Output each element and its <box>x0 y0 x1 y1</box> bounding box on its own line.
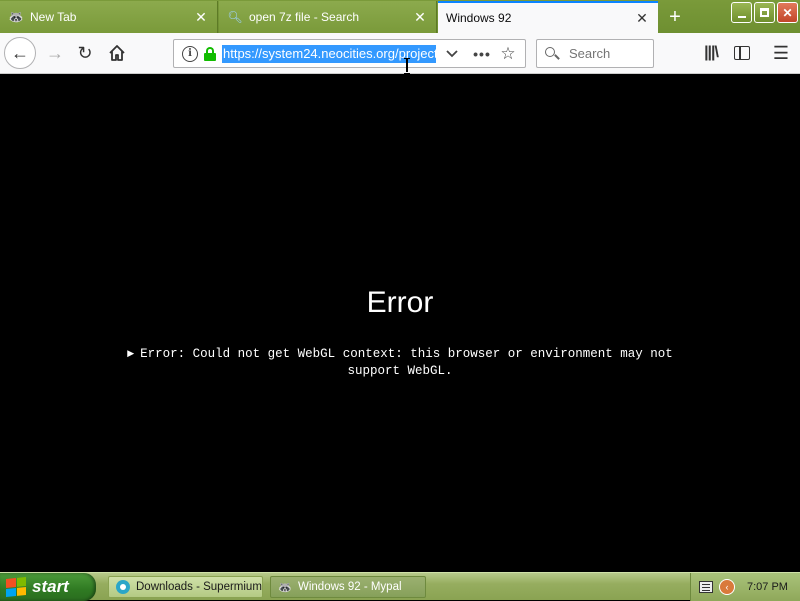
hamburger-icon: ☰ <box>772 42 790 63</box>
keyboard-icon[interactable] <box>699 581 713 593</box>
system-tray: ‹ 7:07 PM <box>690 573 800 601</box>
search-bar[interactable] <box>536 39 654 68</box>
home-button[interactable] <box>102 38 132 68</box>
bookmark-star-icon[interactable]: ☆ <box>498 44 518 64</box>
maximize-button[interactable] <box>754 2 775 23</box>
supermium-icon <box>115 579 131 595</box>
forward-button[interactable]: → <box>40 38 70 68</box>
sidebar-icon <box>734 46 750 60</box>
search-icon <box>545 46 560 61</box>
restore-icon <box>760 8 769 17</box>
error-message-line: support WebGL. <box>347 364 453 378</box>
windows-logo-icon <box>6 576 26 598</box>
taskbar-item-label: Downloads - Supermium <box>136 581 262 593</box>
chevron-down-icon[interactable] <box>442 49 462 58</box>
info-icon[interactable]: i <box>182 45 198 62</box>
arrow-right-icon: → <box>46 42 64 63</box>
reload-icon: ↻ <box>77 42 93 63</box>
library-button[interactable]: |||\ <box>696 38 726 68</box>
search-icon: 🔍︎ <box>227 10 243 24</box>
close-window-button[interactable]: ✕ <box>777 2 798 23</box>
tab-search[interactable]: 🔍︎ open 7z file - Search ✕ <box>219 1 437 33</box>
sidebar-button[interactable] <box>727 38 757 68</box>
disclosure-triangle-icon[interactable]: ▶ <box>127 349 134 359</box>
taskbar-item-downloads[interactable]: Downloads - Supermium <box>108 576 263 598</box>
page-actions-icon[interactable]: ••• <box>470 46 494 62</box>
tab-label: Windows 92 <box>446 11 512 25</box>
close-icon[interactable]: ✕ <box>412 9 428 25</box>
close-icon[interactable]: ✕ <box>193 9 209 25</box>
taskbar-item-label: Windows 92 - Mypal <box>298 581 402 593</box>
new-tab-button[interactable]: + <box>660 3 690 31</box>
url-bar[interactable]: i https://system24.neocities.org/project… <box>173 39 526 68</box>
start-button[interactable]: start <box>0 573 96 601</box>
navigation-toolbar: ← → ↻ i https://system24.neocities.org/p… <box>0 33 800 74</box>
raccoon-icon: 🦝 <box>8 10 24 24</box>
error-title: Error <box>366 286 434 319</box>
home-icon <box>109 45 125 61</box>
menu-button[interactable]: ☰ <box>766 38 796 68</box>
error-message[interactable]: ▶ Error: Could not get WebGL context: thi… <box>100 346 700 379</box>
raccoon-icon: 🦝 <box>278 581 292 594</box>
search-input[interactable] <box>569 46 649 61</box>
error-message-line: Error: Could not get WebGL context: this… <box>140 347 673 361</box>
text-cursor <box>404 58 410 74</box>
arrow-left-icon: ← <box>11 42 29 63</box>
minimize-button[interactable] <box>731 2 752 23</box>
reload-button[interactable]: ↻ <box>70 38 100 68</box>
tab-new-tab[interactable]: 🦝 New Tab ✕ <box>0 1 218 33</box>
close-icon[interactable]: ✕ <box>634 10 650 26</box>
library-icon: |||\ <box>704 44 719 61</box>
page-content: Error ▶ Error: Could not get WebGL contex… <box>0 74 800 572</box>
tab-label: New Tab <box>30 10 77 24</box>
chevron-left-icon[interactable]: ‹ <box>719 579 735 595</box>
start-label: start <box>32 577 69 596</box>
tab-label: open 7z file - Search <box>249 10 360 24</box>
tab-windows-92[interactable]: Windows 92 ✕ <box>438 1 658 33</box>
tab-strip: 🦝 New Tab ✕ 🔍︎ open 7z file - Search ✕ W… <box>0 0 800 33</box>
taskbar: start Downloads - Supermium 🦝 Windows 92… <box>0 572 800 601</box>
clock[interactable]: 7:07 PM <box>747 581 788 593</box>
taskbar-item-mypal[interactable]: 🦝 Windows 92 - Mypal <box>270 576 426 598</box>
back-button[interactable]: ← <box>4 37 36 69</box>
minimize-icon <box>737 15 746 18</box>
close-icon: ✕ <box>782 5 793 20</box>
lock-icon[interactable] <box>204 46 216 61</box>
